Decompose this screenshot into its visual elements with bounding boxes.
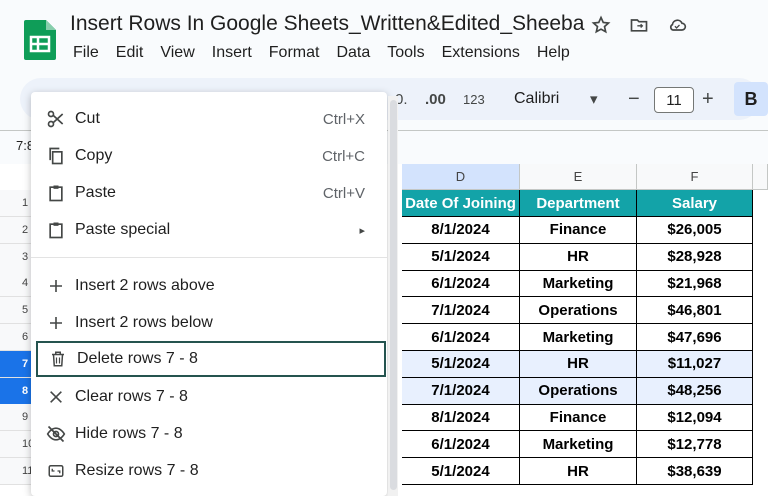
more-formats-button[interactable]: 123	[463, 78, 485, 120]
plus-icon	[31, 278, 75, 294]
cell-salary[interactable]: $11,027	[637, 350, 753, 378]
decrease-font-size-button[interactable]: −	[628, 78, 640, 120]
font-family-select[interactable]: Calibri	[514, 78, 559, 120]
cell-date-of-joining[interactable]: 5/1/2024	[402, 350, 520, 378]
font-size-input[interactable]: 11	[654, 87, 694, 113]
cell-salary[interactable]: $38,639	[637, 458, 753, 485]
shortcut-label: Ctrl+C	[322, 147, 365, 165]
column-header-f[interactable]: F	[637, 164, 753, 190]
menu-item-paste-special[interactable]: Paste special ▸	[31, 212, 387, 248]
document-title[interactable]: Insert Rows In Google Sheets_Written&Edi…	[70, 12, 584, 36]
menu-item-hide-rows[interactable]: Hide rows 7 - 8	[31, 416, 387, 452]
column-header-e[interactable]: E	[520, 164, 637, 190]
cell-salary[interactable]: $12,778	[637, 431, 753, 459]
header-cell-department[interactable]: Department	[520, 190, 637, 217]
menu-item-label: Insert 2 rows below	[75, 314, 213, 331]
cell-department[interactable]: HR	[520, 243, 637, 271]
cell-date-of-joining[interactable]: 6/1/2024	[402, 431, 520, 459]
menu-item-insert-rows-below[interactable]: Insert 2 rows below	[31, 305, 387, 341]
menu-scrollbar-thumb[interactable]	[390, 100, 397, 490]
close-icon	[31, 389, 75, 405]
cell-date-of-joining[interactable]: 6/1/2024	[402, 270, 520, 298]
cell-department[interactable]: Operations	[520, 297, 637, 325]
menu-item-label: Insert 2 rows above	[75, 277, 215, 294]
cell-salary[interactable]: $26,005	[637, 216, 753, 244]
menu-insert[interactable]: Insert	[212, 44, 252, 62]
increase-decimal-button[interactable]: .00	[425, 78, 446, 120]
menu-item-label: Resize rows 7 - 8	[75, 462, 199, 479]
cell-salary[interactable]: $12,094	[637, 404, 753, 432]
cell-date-of-joining[interactable]: 6/1/2024	[402, 324, 520, 351]
copy-icon	[31, 146, 75, 166]
menu-tools[interactable]: Tools	[387, 44, 424, 62]
menu-item-resize-rows[interactable]: Resize rows 7 - 8	[31, 453, 387, 489]
menu-item-label: Copy	[75, 147, 113, 164]
menu-item-clear-rows[interactable]: Clear rows 7 - 8	[31, 379, 387, 415]
cell-salary[interactable]: $47,696	[637, 324, 753, 351]
clipboard-icon	[31, 183, 75, 203]
app-header: Insert Rows In Google Sheets_Written&Edi…	[0, 0, 768, 74]
cell-date-of-joining[interactable]: 8/1/2024	[402, 216, 520, 244]
menu-item-copy[interactable]: Copy Ctrl+C	[31, 138, 387, 174]
column-header-d[interactable]: D	[402, 164, 520, 190]
cell-department[interactable]: Operations	[520, 377, 637, 405]
menu-item-paste[interactable]: Paste Ctrl+V	[31, 175, 387, 211]
cell-department[interactable]: Finance	[520, 404, 637, 432]
cell-department[interactable]: Marketing	[520, 431, 637, 459]
eye-off-icon	[31, 424, 75, 444]
menu-item-label: Paste	[75, 184, 116, 201]
clipboard-icon	[31, 220, 75, 240]
cell-salary[interactable]: $46,801	[637, 297, 753, 325]
menu-item-delete-rows[interactable]: Delete rows 7 - 8	[36, 341, 386, 377]
cell-department[interactable]: HR	[520, 458, 637, 485]
trash-icon	[38, 350, 77, 368]
star-icon[interactable]	[590, 14, 612, 36]
menu-help[interactable]: Help	[537, 44, 570, 62]
menu-item-label: Cut	[75, 110, 100, 127]
sheets-logo-icon[interactable]	[24, 20, 56, 60]
menu-extensions[interactable]: Extensions	[442, 44, 520, 62]
menu-item-label: Paste special	[75, 221, 171, 238]
shortcut-label: Ctrl+X	[322, 110, 365, 128]
cloud-status-icon[interactable]	[666, 14, 688, 36]
resize-icon	[31, 462, 75, 480]
cell-department[interactable]: Marketing	[520, 324, 637, 351]
cell-department[interactable]: Marketing	[520, 270, 637, 298]
shortcut-label: Ctrl+V	[322, 184, 365, 202]
cell-department[interactable]: Finance	[520, 216, 637, 244]
cell-date-of-joining[interactable]: 7/1/2024	[402, 297, 520, 325]
cell-salary[interactable]: $28,928	[637, 243, 753, 271]
increase-font-size-button[interactable]: +	[702, 78, 714, 120]
column-header-g[interactable]	[753, 164, 768, 190]
menu-item-label: Delete rows 7 - 8	[77, 350, 198, 367]
header-cell-salary[interactable]: Salary	[637, 190, 753, 217]
menu-format[interactable]: Format	[269, 44, 320, 62]
menu-bar: File Edit View Insert Format Data Tools …	[73, 44, 570, 62]
menu-divider	[31, 257, 387, 258]
menu-item-cut[interactable]: Cut Ctrl+X	[31, 101, 387, 137]
menu-item-label: Hide rows 7 - 8	[75, 425, 183, 442]
chevron-down-icon[interactable]: ▾	[590, 78, 598, 120]
cell-date-of-joining[interactable]: 5/1/2024	[402, 243, 520, 271]
menu-item-label: Clear rows 7 - 8	[75, 388, 188, 405]
cell-department[interactable]: HR	[520, 350, 637, 378]
cell-date-of-joining[interactable]: 7/1/2024	[402, 377, 520, 405]
plus-icon	[31, 315, 75, 331]
cell-salary[interactable]: $21,968	[637, 270, 753, 298]
menu-file[interactable]: File	[73, 44, 99, 62]
cell-date-of-joining[interactable]: 8/1/2024	[402, 404, 520, 432]
menu-edit[interactable]: Edit	[116, 44, 144, 62]
scissors-icon	[31, 109, 75, 129]
bold-button[interactable]: B	[734, 82, 768, 116]
context-menu: Cut Ctrl+X Copy Ctrl+C Paste Ctrl+V Past…	[31, 92, 387, 496]
menu-data[interactable]: Data	[336, 44, 370, 62]
move-folder-icon[interactable]	[628, 14, 650, 36]
cell-date-of-joining[interactable]: 5/1/2024	[402, 458, 520, 485]
submenu-arrow-icon: ▸	[359, 224, 365, 237]
cell-salary[interactable]: $48,256	[637, 377, 753, 405]
menu-item-insert-rows-above[interactable]: Insert 2 rows above	[31, 268, 387, 304]
menu-view[interactable]: View	[160, 44, 194, 62]
header-cell-date-of-joining[interactable]: Date Of Joining	[402, 190, 520, 217]
